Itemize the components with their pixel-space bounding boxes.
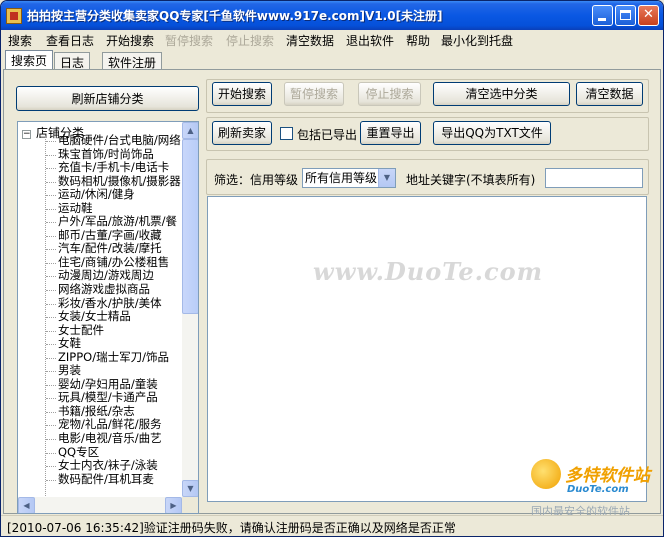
tree-horizontal-scrollbar[interactable]: ◀ ▶ bbox=[18, 497, 182, 513]
menu-minimize-to-tray[interactable]: 最小化到托盘 bbox=[441, 32, 513, 49]
tree-item[interactable]: 邮币/古董/字画/收藏 bbox=[18, 229, 182, 243]
status-bar: [2010-07-06 16:35:42]验证注册码失败，请确认注册码是否正确以… bbox=[1, 515, 663, 536]
tree-item[interactable]: 数码配件/耳机耳麦 bbox=[18, 473, 182, 487]
tab-registration[interactable]: 软件注册 bbox=[102, 52, 163, 70]
tree-item[interactable]: 运动/休闲/健身 bbox=[18, 188, 182, 202]
tree-item[interactable]: 玩具/模型/卡通产品 bbox=[18, 391, 182, 405]
maximize-icon bbox=[620, 10, 631, 20]
tree-item[interactable]: 彩妆/香水/护肤/美体 bbox=[18, 297, 182, 311]
results-list[interactable]: www.DuoTe.com bbox=[207, 196, 647, 502]
tree-item[interactable]: 宠物/礼品/鲜花/服务 bbox=[18, 418, 182, 432]
brand-site: DuoTe.com bbox=[567, 484, 629, 495]
credit-level-label: 筛选：信用等级 bbox=[214, 173, 299, 187]
include-exported-checkbox[interactable] bbox=[280, 127, 293, 140]
export-controls-group bbox=[206, 117, 649, 151]
minimize-button[interactable] bbox=[592, 5, 613, 26]
refresh-sellers-button[interactable]: 刷新卖家 bbox=[212, 121, 272, 145]
scroll-right-icon[interactable]: ▶ bbox=[165, 497, 182, 513]
tree-item[interactable]: QQ专区 bbox=[18, 446, 182, 460]
address-keyword-label: 地址关键字(不填表所有) bbox=[406, 173, 536, 187]
tree-item[interactable]: 汽车/配件/改装/摩托 bbox=[18, 242, 182, 256]
credit-level-value: 所有信用等级 bbox=[305, 171, 378, 185]
tree-item[interactable]: 婴幼/孕妇用品/童装 bbox=[18, 378, 182, 392]
menu-exit[interactable]: 退出软件 bbox=[346, 32, 394, 49]
tree-item[interactable]: 女士内衣/袜子/泳装 bbox=[18, 459, 182, 473]
tree-item[interactable]: 女装/女士精品 bbox=[18, 310, 182, 324]
tab-log[interactable]: 日志 bbox=[54, 52, 91, 70]
tree-item[interactable]: 书籍/报纸/杂志 bbox=[18, 405, 182, 419]
start-search-button[interactable]: 开始搜索 bbox=[212, 82, 272, 106]
tree-item[interactable]: 电影/电视/音乐/曲艺 bbox=[18, 432, 182, 446]
brand-logo: 多特软件站 DuoTe.com 国内最安全的软件站 bbox=[531, 459, 659, 519]
scroll-left-icon[interactable]: ◀ bbox=[18, 497, 35, 513]
title-bar[interactable]: 拍拍按主营分类收集卖家QQ专家[千鱼软件www.917e.com]V1.0[未注… bbox=[1, 1, 663, 30]
menu-stop-search[interactable]: 停止搜索 bbox=[226, 32, 274, 49]
tree-item[interactable]: 运动鞋 bbox=[18, 202, 182, 216]
brand-mascot-icon bbox=[531, 459, 561, 489]
chevron-down-icon[interactable]: ▼ bbox=[378, 169, 395, 187]
pause-search-button[interactable]: 暂停搜索 bbox=[284, 82, 344, 106]
app-window: 拍拍按主营分类收集卖家QQ专家[千鱼软件www.917e.com]V1.0[未注… bbox=[0, 0, 664, 537]
maximize-button[interactable] bbox=[615, 5, 636, 26]
tree-item[interactable]: 男装 bbox=[18, 364, 182, 378]
tree-vertical-scrollbar[interactable]: ▲ ▼ bbox=[182, 122, 198, 497]
close-button[interactable]: ✕ bbox=[638, 5, 659, 26]
brand-name: 多特软件站 bbox=[565, 466, 650, 486]
window-title: 拍拍按主营分类收集卖家QQ专家[千鱼软件www.917e.com]V1.0[未注… bbox=[27, 9, 443, 23]
status-message: [2010-07-06 16:35:42]验证注册码失败，请确认注册码是否正确以… bbox=[7, 521, 456, 535]
reset-export-button[interactable]: 重置导出 bbox=[360, 121, 421, 145]
tree-item[interactable]: 户外/军品/旅游/机票/餐 bbox=[18, 215, 182, 229]
tree-item[interactable]: 网络游戏虚拟商品 bbox=[18, 283, 182, 297]
menu-help[interactable]: 帮助 bbox=[406, 32, 430, 49]
include-exported-label: 包括已导出 bbox=[297, 128, 358, 142]
export-qq-txt-button[interactable]: 导出QQ为TXT文件 bbox=[433, 121, 551, 145]
tree-item[interactable]: 动漫周边/游戏周边 bbox=[18, 269, 182, 283]
refresh-category-button[interactable]: 刷新店铺分类 bbox=[16, 86, 199, 111]
app-icon bbox=[6, 8, 22, 24]
menu-bar: 搜索 查看日志 开始搜索 暂停搜索 停止搜索 清空数据 退出软件 帮助 最小化到… bbox=[1, 30, 663, 50]
tree-item[interactable]: 充值卡/手机卡/电话卡 bbox=[18, 161, 182, 175]
address-keyword-input[interactable] bbox=[545, 168, 643, 188]
tab-strip: 搜索页 日志 软件注册 bbox=[1, 50, 663, 70]
scroll-thumb[interactable] bbox=[182, 139, 198, 314]
tab-search-page[interactable]: 搜索页 bbox=[5, 50, 54, 70]
category-tree: − 店铺分类 电脑硬件/台式电脑/网络 珠宝首饰/时尚饰品 充值卡/手机卡/电话卡 数码… bbox=[17, 121, 199, 514]
tree-items: 电脑硬件/台式电脑/网络 珠宝首饰/时尚饰品 充值卡/手机卡/电话卡 数码相机/摄像机… bbox=[18, 134, 182, 486]
stop-search-button[interactable]: 停止搜索 bbox=[358, 82, 421, 106]
credit-level-select[interactable]: 所有信用等级 ▼ bbox=[302, 168, 396, 188]
minimize-icon bbox=[598, 18, 606, 21]
clear-data-button[interactable]: 清空数据 bbox=[576, 82, 643, 106]
clear-selected-category-button[interactable]: 清空选中分类 bbox=[433, 82, 570, 106]
menu-view-log[interactable]: 查看日志 bbox=[46, 32, 94, 49]
scroll-down-icon[interactable]: ▼ bbox=[182, 480, 198, 497]
menu-search[interactable]: 搜索 bbox=[8, 32, 32, 49]
menu-start-search[interactable]: 开始搜索 bbox=[106, 32, 154, 49]
menu-pause-search[interactable]: 暂停搜索 bbox=[165, 32, 213, 49]
close-icon: ✕ bbox=[643, 7, 654, 22]
tree-item[interactable]: ZIPPO/瑞士军刀/饰品 bbox=[18, 351, 182, 365]
tree-item[interactable]: 珠宝首饰/时尚饰品 bbox=[18, 148, 182, 162]
tree-item[interactable]: 女鞋 bbox=[18, 337, 182, 351]
tree-item[interactable]: 数码相机/摄像机/摄影器 bbox=[18, 175, 182, 189]
tree-item[interactable]: 女士配件 bbox=[18, 324, 182, 338]
tree-item[interactable]: 住宅/商铺/办公楼租售 bbox=[18, 256, 182, 270]
scroll-up-icon[interactable]: ▲ bbox=[182, 122, 198, 139]
watermark: www.DuoTe.com bbox=[313, 257, 543, 286]
menu-clear-data[interactable]: 清空数据 bbox=[286, 32, 334, 49]
tree-item[interactable]: 电脑硬件/台式电脑/网络 bbox=[18, 134, 182, 148]
